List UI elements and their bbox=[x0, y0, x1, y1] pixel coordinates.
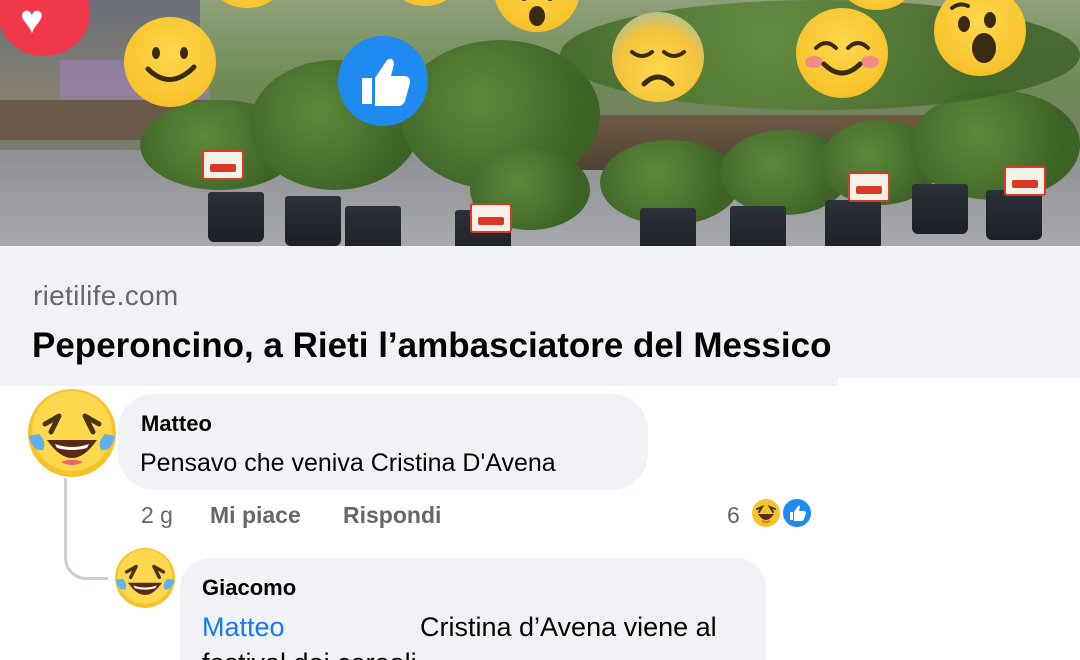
plant-pot bbox=[986, 190, 1042, 240]
like-icon[interactable] bbox=[781, 497, 813, 529]
smile-emoji-icon bbox=[124, 17, 216, 107]
link-preview-image[interactable]: ♥ bbox=[0, 0, 1080, 246]
plant-tag bbox=[202, 150, 244, 180]
haha-icon[interactable] bbox=[750, 497, 782, 529]
mention-link[interactable]: Matteo bbox=[202, 612, 285, 643]
comment-bubble[interactable] bbox=[180, 558, 766, 660]
comment-author[interactable]: Matteo bbox=[141, 411, 212, 437]
plant-tag bbox=[470, 203, 512, 233]
plant-pot bbox=[285, 196, 341, 246]
sad-emoji-icon bbox=[612, 12, 704, 102]
reply-thread-line bbox=[64, 478, 108, 580]
link-title[interactable]: Peperoncino, a Rieti l’ambasciatore del … bbox=[32, 326, 831, 366]
plant-tag bbox=[848, 172, 890, 202]
comment-author[interactable]: Giacomo bbox=[202, 575, 296, 601]
comment-text: Cristina d’Avena viene al bbox=[420, 612, 717, 642]
comment-text: Pensavo che veniva Cristina D'Avena bbox=[140, 449, 556, 477]
plant-pot bbox=[208, 192, 264, 242]
comment-text: festival dei cereali bbox=[202, 648, 417, 660]
reaction-count[interactable]: 6 bbox=[727, 502, 740, 529]
blush-emoji-icon bbox=[796, 8, 888, 98]
wow-emoji-icon bbox=[494, 0, 580, 32]
like-icon bbox=[338, 36, 428, 126]
emoji-icon bbox=[212, 0, 282, 8]
plant-pot bbox=[912, 184, 968, 234]
plant-pot bbox=[640, 208, 696, 246]
emoji-icon bbox=[390, 0, 460, 6]
plant-pot bbox=[345, 206, 401, 246]
laughing-tears-emoji-icon[interactable] bbox=[25, 386, 119, 480]
divider bbox=[838, 378, 1080, 390]
laughing-tears-emoji-icon[interactable] bbox=[113, 546, 177, 610]
link-domain: rietilife.com bbox=[33, 280, 179, 311]
plant-tag bbox=[1004, 166, 1046, 196]
plant-pot bbox=[825, 200, 881, 246]
plant-pot bbox=[730, 206, 786, 246]
like-button[interactable]: Mi piace bbox=[210, 502, 301, 529]
comment-timestamp[interactable]: 2 g bbox=[141, 502, 173, 529]
reply-button[interactable]: Rispondi bbox=[343, 502, 441, 529]
wow-emoji-icon bbox=[934, 0, 1026, 76]
